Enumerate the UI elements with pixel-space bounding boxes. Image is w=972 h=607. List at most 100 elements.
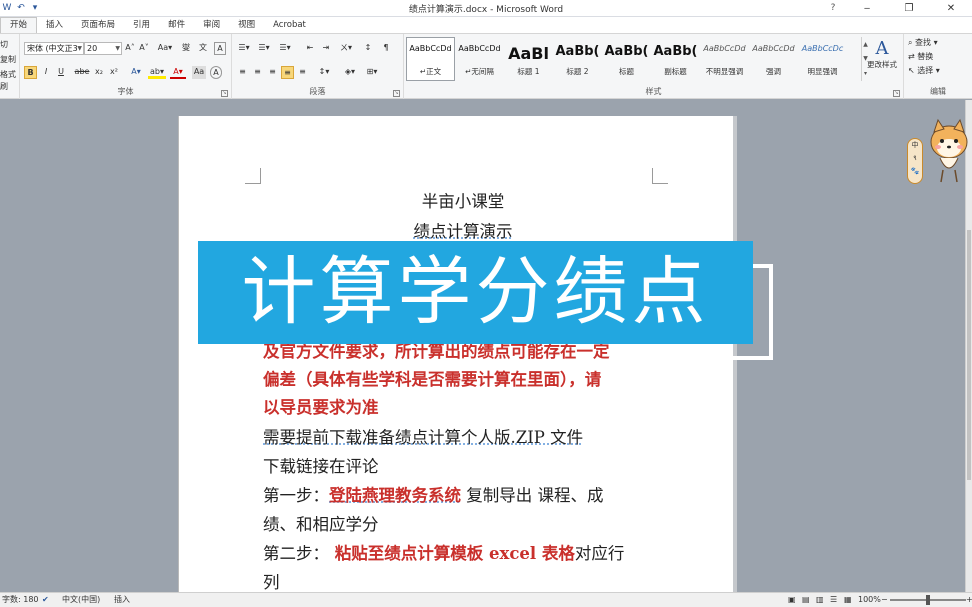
- style-tile[interactable]: AaBb(标题 2: [553, 37, 602, 81]
- insert-mode-indicator[interactable]: 插入: [114, 593, 130, 607]
- clear-format-button[interactable]: 燮: [180, 42, 192, 55]
- style-preview: AaBbCcDd: [458, 44, 501, 53]
- ime-punct-icon[interactable]: ९: [908, 152, 922, 165]
- tab-page-layout[interactable]: 页面布局: [72, 17, 124, 33]
- full-screen-view-icon[interactable]: ▤: [802, 593, 810, 607]
- sort-button[interactable]: ↕: [362, 42, 374, 55]
- ime-toolbar[interactable]: 中 ९ 🐾: [907, 138, 923, 184]
- tab-references[interactable]: 引用: [124, 17, 159, 33]
- web-layout-view-icon[interactable]: ▥: [816, 593, 824, 607]
- replace-button[interactable]: ⇄ 替换: [908, 51, 968, 64]
- zoom-out-icon[interactable]: −: [881, 593, 888, 607]
- copy-button[interactable]: 复制: [0, 54, 20, 67]
- tab-insert[interactable]: 插入: [37, 17, 72, 33]
- ribbon: 切 复制 格式刷 宋体 (中文正3 ▼ 20 ▼ A˄ A˅ Aa▾ 燮 文 A B…: [0, 33, 972, 99]
- zoom-slider[interactable]: [890, 595, 966, 605]
- char-border-button[interactable]: A: [214, 42, 226, 55]
- document-workspace[interactable]: 半亩小课堂 绩点计算演示 及官方文件要求，所计算出的绩点可能存在一定 偏差（具体…: [0, 100, 965, 592]
- font-name-combo[interactable]: 宋体 (中文正3 ▼: [24, 42, 84, 55]
- doc-step1-line[interactable]: 第一步：登陆燕理教务系统 复制导出 课程、成: [263, 482, 663, 506]
- tab-review[interactable]: 审阅: [194, 17, 229, 33]
- show-marks-button[interactable]: ¶: [380, 42, 392, 55]
- font-dialog-launcher-icon[interactable]: ↘: [221, 90, 228, 97]
- multilevel-list-button[interactable]: ☰▾: [277, 42, 293, 55]
- style-tile[interactable]: AaBbCcDd ↵正文: [406, 37, 455, 81]
- document-page[interactable]: 半亩小课堂 绩点计算演示 及官方文件要求，所计算出的绩点可能存在一定 偏差（具体…: [178, 116, 737, 592]
- format-painter-button[interactable]: 格式刷: [0, 69, 20, 91]
- subscript-button[interactable]: x₂: [93, 66, 105, 79]
- paragraph-dialog-launcher-icon[interactable]: ↘: [393, 90, 400, 97]
- step-highlight: 粘贴至绩点计算模板 excel 表格: [329, 544, 575, 563]
- doc-download-line[interactable]: 下载链接在评论: [263, 453, 663, 477]
- bold-button[interactable]: B: [24, 66, 37, 79]
- style-tile[interactable]: AaBbCcDd 不明显强调: [700, 37, 749, 81]
- align-left-button[interactable]: ≡: [236, 66, 249, 79]
- phonetic-guide-button[interactable]: 文: [197, 42, 209, 55]
- grow-font-button[interactable]: A˄: [124, 42, 136, 55]
- doc-step2-line[interactable]: 第二步： 粘贴至绩点计算模板 excel 表格对应行: [263, 540, 663, 564]
- language-indicator[interactable]: 中文(中国): [62, 593, 100, 607]
- font-size-combo[interactable]: 20 ▼: [84, 42, 122, 55]
- chinese-layout-button[interactable]: ㄨ▾: [338, 42, 354, 55]
- change-case-button[interactable]: Aa▾: [156, 42, 174, 55]
- proofing-icon[interactable]: ✔: [42, 593, 49, 607]
- scrollbar-thumb[interactable]: [967, 230, 971, 480]
- tab-mailings[interactable]: 邮件: [159, 17, 194, 33]
- styles-dialog-launcher-icon[interactable]: ↘: [893, 90, 900, 97]
- zoom-in-icon[interactable]: +: [966, 593, 972, 607]
- shading-button[interactable]: ◈▾: [342, 66, 358, 79]
- change-styles-button[interactable]: A 更改样式: [864, 38, 900, 78]
- doc-warning-line[interactable]: 以导员要求为准: [263, 394, 663, 418]
- outline-view-icon[interactable]: ☰: [830, 593, 837, 607]
- underline-button[interactable]: U: [55, 66, 67, 79]
- decrease-indent-button[interactable]: ⇤: [304, 42, 316, 55]
- text-effects-button[interactable]: A▾: [128, 66, 144, 79]
- doc-step2-cont[interactable]: 列: [263, 569, 663, 592]
- print-layout-view-icon[interactable]: ▣: [788, 593, 796, 607]
- doc-title-line[interactable]: 半亩小课堂: [263, 188, 663, 212]
- doc-subtitle-line[interactable]: 绩点计算演示: [263, 218, 663, 242]
- style-tile[interactable]: AaBbCcDd ↵无间隔: [455, 37, 504, 81]
- char-shading-button[interactable]: Aa: [192, 66, 206, 79]
- ime-skin-icon[interactable]: 🐾: [908, 165, 922, 178]
- style-tile[interactable]: AaBl 标题 1: [504, 37, 553, 81]
- doc-download-line[interactable]: 需要提前下载准备绩点计算个人版.ZIP 文件: [263, 424, 663, 448]
- style-tile[interactable]: AaBbCcDc 明显强调: [798, 37, 847, 81]
- borders-button[interactable]: ⊞▾: [364, 66, 380, 79]
- doc-warning-line[interactable]: 偏差（具体有些学科是否需要计算在里面），请: [263, 366, 663, 390]
- enclose-char-button[interactable]: A: [210, 66, 222, 79]
- bullets-button[interactable]: ☰▾: [236, 42, 252, 55]
- maximize-button[interactable]: ❐: [888, 0, 930, 17]
- zoom-slider-knob[interactable]: [926, 595, 930, 605]
- doc-step1-cont[interactable]: 绩、和相应学分: [263, 511, 663, 535]
- style-tile[interactable]: AaBb(标题: [602, 37, 651, 81]
- help-icon[interactable]: ?: [826, 1, 840, 15]
- font-color-button[interactable]: A▾: [170, 66, 186, 79]
- strikethrough-button[interactable]: abe: [74, 66, 90, 79]
- select-button[interactable]: ↖ 选择 ▾: [908, 65, 968, 78]
- find-button[interactable]: ⌕ 查找 ▾: [908, 37, 968, 50]
- style-tile[interactable]: AaBb(副标题: [651, 37, 700, 81]
- word-count[interactable]: 字数: 180: [2, 593, 39, 607]
- minimize-button[interactable]: ‒: [846, 0, 888, 17]
- justify-button[interactable]: ≡: [281, 66, 294, 79]
- distributed-button[interactable]: ≡: [296, 66, 309, 79]
- align-right-button[interactable]: ≡: [266, 66, 279, 79]
- italic-button[interactable]: I: [40, 66, 52, 79]
- tab-home[interactable]: 开始: [0, 17, 38, 33]
- style-tile[interactable]: AaBbCcDd 强调: [749, 37, 798, 81]
- highlight-button[interactable]: ab▾: [148, 66, 166, 79]
- line-spacing-button[interactable]: ↕▾: [316, 66, 332, 79]
- tab-view[interactable]: 视图: [229, 17, 264, 33]
- superscript-button[interactable]: x²: [108, 66, 120, 79]
- tab-acrobat[interactable]: Acrobat: [264, 17, 315, 33]
- numbering-button[interactable]: ☰▾: [256, 42, 272, 55]
- ime-mode-label[interactable]: 中: [908, 139, 922, 152]
- increase-indent-button[interactable]: ⇥: [320, 42, 332, 55]
- close-button[interactable]: ✕: [930, 0, 972, 17]
- zoom-level[interactable]: 100%: [858, 593, 881, 607]
- align-center-button[interactable]: ≡: [251, 66, 264, 79]
- cut-button[interactable]: 切: [0, 39, 20, 52]
- draft-view-icon[interactable]: ▦: [844, 593, 852, 607]
- shrink-font-button[interactable]: A˅: [138, 42, 150, 55]
